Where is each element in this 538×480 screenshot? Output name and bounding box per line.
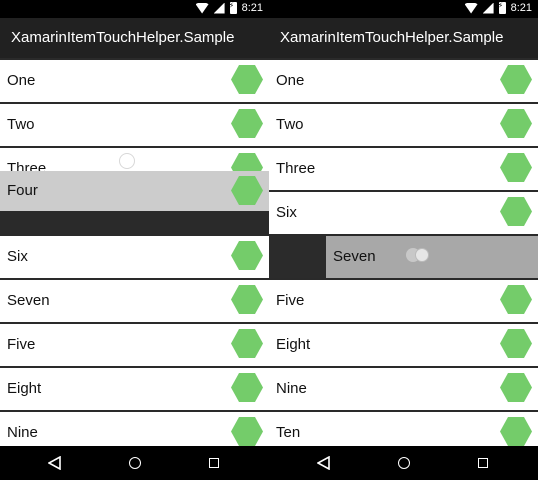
hexagon-icon[interactable] (500, 197, 532, 226)
app-title: XamarinItemTouchHelper.Sample (269, 18, 538, 58)
wifi-icon (195, 2, 209, 14)
hexagon-icon[interactable] (500, 417, 532, 446)
list-item-label: Eight (276, 336, 311, 353)
hexagon-icon[interactable] (500, 153, 532, 182)
list-item[interactable]: Two (269, 104, 538, 146)
hexagon-icon[interactable] (500, 65, 532, 94)
swiping-list-item[interactable]: Seven (326, 236, 538, 278)
recents-icon[interactable] (478, 458, 488, 468)
list-item[interactable]: Three (269, 148, 538, 190)
list-item[interactable]: Five (269, 280, 538, 322)
hexagon-icon[interactable] (231, 285, 263, 314)
list-item[interactable]: Six (269, 192, 538, 234)
hexagon-icon[interactable] (231, 176, 263, 205)
status-bar: 8:21 (269, 0, 538, 18)
left-screen: 8:21 XamarinItemTouchHelper.Sample One T… (0, 0, 269, 480)
recents-icon[interactable] (209, 458, 219, 468)
list-item-label: Five (276, 292, 305, 309)
signal-icon (213, 2, 225, 14)
hexagon-icon[interactable] (231, 241, 263, 270)
list-item-label: Five (7, 336, 36, 353)
list-item-label: Six (7, 248, 28, 265)
hexagon-icon[interactable] (500, 373, 532, 402)
right-screen: 8:21 XamarinItemTouchHelper.Sample One T… (269, 0, 538, 480)
list-item[interactable]: One (269, 60, 538, 102)
battery-icon (229, 1, 237, 14)
touch-indicator (406, 248, 436, 262)
hexagon-icon[interactable] (500, 285, 532, 314)
list-item[interactable]: Six (0, 236, 269, 278)
nav-bar (269, 446, 538, 480)
nav-bar (0, 446, 269, 480)
list-item-label: Eight (7, 380, 42, 397)
status-time: 8:21 (241, 2, 263, 14)
status-bar: 8:21 (0, 0, 269, 18)
hexagon-icon[interactable] (500, 109, 532, 138)
list-item[interactable]: One (0, 60, 269, 102)
touch-indicator (119, 153, 135, 169)
home-icon[interactable] (129, 457, 141, 469)
list-item-label: One (7, 72, 36, 89)
list-item-label: Three (276, 160, 316, 177)
hexagon-icon[interactable] (231, 329, 263, 358)
hexagon-icon[interactable] (500, 329, 532, 358)
battery-icon (498, 1, 506, 14)
dragging-list-item[interactable]: Four (0, 171, 269, 211)
hexagon-icon[interactable] (231, 417, 263, 446)
hexagon-icon[interactable] (231, 373, 263, 402)
back-icon[interactable] (317, 456, 330, 470)
list-item[interactable]: Eight (0, 368, 269, 410)
list-item-label: Seven (333, 248, 376, 265)
list-item[interactable]: Eight (269, 324, 538, 366)
list-item[interactable]: Nine (269, 368, 538, 410)
list-item[interactable]: Seven (0, 280, 269, 322)
list-item-label: One (276, 72, 305, 89)
list-item[interactable]: Five (0, 324, 269, 366)
wifi-icon (464, 2, 478, 14)
hexagon-icon[interactable] (231, 109, 263, 138)
list-item-label: Two (276, 116, 304, 133)
back-icon[interactable] (48, 456, 61, 470)
list-item-label: Nine (276, 380, 307, 397)
list-item[interactable]: Two (0, 104, 269, 146)
list-item-label: Four (7, 182, 38, 199)
app-title: XamarinItemTouchHelper.Sample (0, 18, 269, 58)
list-item-label: Six (276, 204, 297, 221)
hexagon-icon[interactable] (231, 65, 263, 94)
home-icon[interactable] (398, 457, 410, 469)
list-item-label: Two (7, 116, 35, 133)
status-time: 8:21 (510, 2, 532, 14)
signal-icon (482, 2, 494, 14)
list-item-label: Seven (7, 292, 50, 309)
